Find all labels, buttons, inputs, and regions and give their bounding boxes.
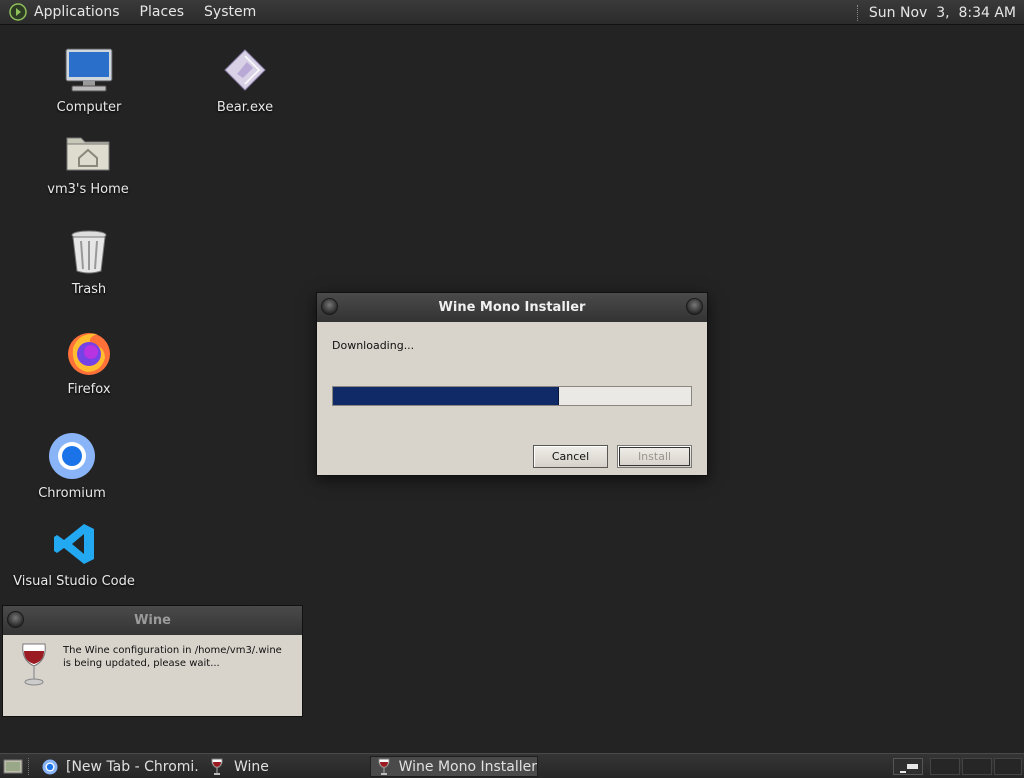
install-button[interactable]: Install (617, 445, 692, 468)
task-label: Wine (234, 758, 269, 775)
clock[interactable]: Sun Nov 3, 8:34 AM (869, 5, 1016, 21)
task-label: Wine Mono Installer (398, 758, 537, 775)
menu-applications[interactable]: Applications (34, 4, 120, 20)
menu-system[interactable]: System (204, 4, 256, 20)
workspace-4[interactable] (994, 758, 1022, 775)
desktop-icon-chromium[interactable]: Chromium (30, 430, 114, 501)
task-label: [New Tab - Chromi... (66, 758, 200, 775)
chromium-icon (42, 758, 58, 776)
task-chromium[interactable]: [New Tab - Chromi... (36, 756, 200, 777)
applications-logo-icon[interactable] (8, 2, 28, 22)
task-wine[interactable]: Wine (202, 756, 366, 777)
wine-titlebar[interactable]: Wine (3, 606, 302, 635)
panel-separator (856, 4, 859, 21)
workspace-switcher-icon[interactable] (893, 758, 923, 778)
taskbar-separator (28, 758, 29, 775)
desktop-icon-label: vm3's Home (47, 182, 129, 197)
workspace-3[interactable] (962, 758, 992, 775)
wine-update-window: Wine The Wine configuration in /home/vm3… (2, 605, 303, 717)
desktop-icon-label: Bear.exe (216, 100, 274, 115)
top-panel: Applications Places System Sun Nov 3, 8:… (0, 0, 1024, 25)
task-wine-mono-installer[interactable]: Wine Mono Installer (370, 756, 538, 777)
desktop-icon-home[interactable]: vm3's Home (38, 126, 138, 197)
desktop-icon-label: Trash (71, 282, 107, 297)
wine-mono-installer-dialog: Wine Mono Installer Downloading... Cance… (316, 292, 708, 476)
wine-glass-icon (19, 642, 49, 692)
desktop-icon-label: Firefox (67, 382, 111, 397)
desktop-icon-trash[interactable]: Trash (48, 226, 130, 297)
trash-icon (63, 226, 115, 278)
desktop-icon-firefox[interactable]: Firefox (48, 326, 130, 397)
wine-glass-icon (377, 758, 391, 776)
dialog-title: Wine Mono Installer (438, 300, 586, 315)
chromium-icon (46, 430, 98, 482)
progress-fill (333, 387, 559, 405)
firefox-icon (63, 326, 115, 378)
desktop-icon-vscode[interactable]: Visual Studio Code (13, 518, 135, 589)
home-folder-icon (62, 126, 114, 178)
window-menu-button[interactable] (321, 298, 338, 315)
window-close-button[interactable] (686, 298, 703, 315)
download-status: Downloading... (332, 339, 415, 352)
show-desktop-icon[interactable] (3, 757, 23, 778)
wine-update-message: The Wine configuration in /home/vm3/.win… (63, 645, 282, 669)
bear-exe-icon (219, 44, 271, 96)
wine-window-title: Wine (134, 613, 171, 628)
desktop-icon-label: Visual Studio Code (13, 574, 135, 589)
bottom-taskbar: [New Tab - Chromi... Wine Wine Mono Inst… (0, 753, 1024, 778)
clock-area: Sun Nov 3, 8:34 AM (856, 0, 1016, 25)
vscode-icon (48, 518, 100, 570)
desktop-icon-label: Computer (56, 100, 122, 115)
window-menu-button[interactable] (7, 611, 24, 628)
desktop-icon-bear[interactable]: Bear.exe (204, 44, 286, 115)
menu-places[interactable]: Places (140, 4, 185, 20)
computer-icon (63, 44, 115, 96)
wine-glass-icon (208, 758, 226, 776)
desktop-icon-computer[interactable]: Computer (48, 44, 130, 115)
workspace-2[interactable] (930, 758, 960, 775)
dialog-titlebar[interactable]: Wine Mono Installer (317, 293, 707, 322)
download-progress-bar (332, 386, 692, 406)
cancel-button[interactable]: Cancel (533, 445, 608, 468)
desktop-icon-label: Chromium (38, 486, 106, 501)
